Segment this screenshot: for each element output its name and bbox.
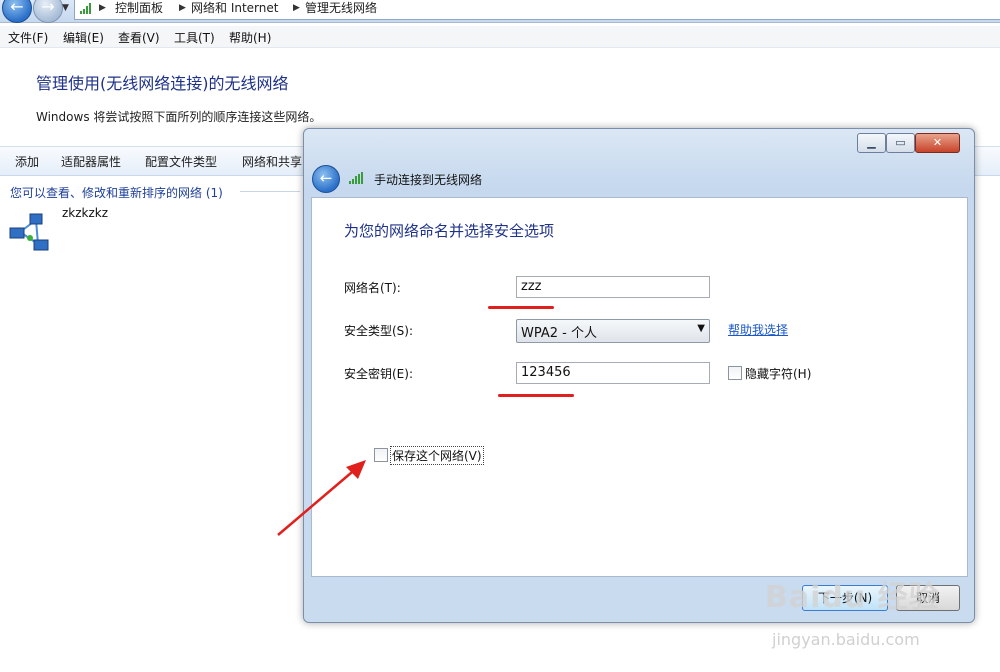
page-title: 管理使用(无线网络连接)的无线网络 (36, 74, 289, 93)
maximize-icon: ▭ (895, 136, 906, 149)
security-type-select[interactable]: WPA2 - 个人 ▼ (516, 319, 710, 343)
back-button[interactable]: ← (2, 0, 32, 23)
group-divider (240, 191, 300, 192)
forward-arrow-icon: → (41, 0, 55, 16)
manual-connect-dialog: ▁ ▭ ✕ ← 手动连接到无线网络 为您的网络命名并选择安全选项 网络名(T):… (303, 128, 975, 623)
close-icon: ✕ (932, 136, 943, 149)
breadcrumb-separator: ▶ (293, 3, 300, 13)
hide-characters-label[interactable]: 隐藏字符(H) (745, 365, 811, 382)
close-button[interactable]: ✕ (915, 133, 960, 153)
minimize-button[interactable]: ▁ (857, 133, 886, 153)
address-bar: ← → ▼ ▶ 控制面板 ▶ 网络和 Internet ▶ 管理无线网络 (0, 0, 1000, 23)
adapter-properties-button[interactable]: 适配器属性 (61, 153, 121, 170)
breadcrumb-separator: ▶ (99, 3, 106, 13)
menu-help[interactable]: 帮助(H) (229, 29, 271, 46)
red-annotation-arrow (277, 460, 366, 536)
breadcrumb-control-panel[interactable]: 控制面板 (115, 0, 163, 17)
signal-bars-icon (80, 3, 91, 14)
dialog-content: 为您的网络命名并选择安全选项 网络名(T): zzz 安全类型(S): WPA2… (311, 197, 968, 577)
network-name[interactable]: zkzkzkz (62, 206, 108, 220)
network-sharing-center-button[interactable]: 网络和共享 (242, 153, 302, 170)
security-key-input[interactable]: 123456 (516, 362, 710, 384)
red-underline (498, 394, 574, 397)
security-type-label: 安全类型(S): (344, 324, 414, 338)
address-field[interactable]: ▶ 控制面板 ▶ 网络和 Internet ▶ 管理无线网络 (74, 0, 1000, 20)
page-description: Windows 将尝试按照下面所列的顺序连接这些网络。 (36, 110, 322, 124)
breadcrumb-network-internet[interactable]: 网络和 Internet (191, 0, 278, 17)
signal-bars-icon (349, 172, 363, 184)
help-me-choose-link[interactable]: 帮助我选择 (728, 321, 788, 338)
dialog-title: 手动连接到无线网络 (374, 173, 483, 187)
save-network-label[interactable]: 保存这个网络(V) (390, 446, 484, 465)
watermark: Baidu 经验 (765, 580, 940, 615)
maximize-button[interactable]: ▭ (886, 133, 915, 153)
back-arrow-icon: ← (10, 0, 24, 16)
back-arrow-icon: ← (319, 169, 333, 187)
chevron-down-icon[interactable]: ▼ (62, 3, 69, 13)
menu-tools[interactable]: 工具(T) (174, 29, 215, 46)
hide-characters-checkbox[interactable] (728, 366, 742, 380)
dialog-back-button[interactable]: ← (312, 165, 340, 193)
watermark-url: jingyan.baidu.com (772, 630, 920, 649)
security-key-label: 安全密钥(E): (344, 367, 413, 381)
network-group-header: 您可以查看、修改和重新排序的网络 (1) (10, 186, 223, 200)
dialog-heading: 为您的网络命名并选择安全选项 (344, 222, 555, 240)
security-type-value: WPA2 - 个人 (521, 326, 597, 341)
breadcrumb-manage-wireless[interactable]: 管理无线网络 (305, 0, 377, 17)
breadcrumb-separator: ▶ (179, 3, 186, 13)
add-button[interactable]: 添加 (15, 153, 39, 170)
menu-bar: 文件(F) 编辑(E) 查看(V) 工具(T) 帮助(H) (0, 26, 1000, 48)
red-underline (488, 306, 554, 309)
network-name-input[interactable]: zzz (516, 276, 710, 298)
network-name-label: 网络名(T): (344, 281, 401, 295)
network-icon[interactable] (8, 212, 54, 252)
menu-file[interactable]: 文件(F) (8, 29, 48, 46)
minimize-icon: ▁ (867, 136, 876, 149)
profile-types-button[interactable]: 配置文件类型 (145, 153, 217, 170)
forward-button[interactable]: → (33, 0, 63, 23)
menu-view[interactable]: 查看(V) (118, 29, 160, 46)
chevron-down-icon: ▼ (697, 323, 705, 334)
menu-edit[interactable]: 编辑(E) (63, 29, 104, 46)
